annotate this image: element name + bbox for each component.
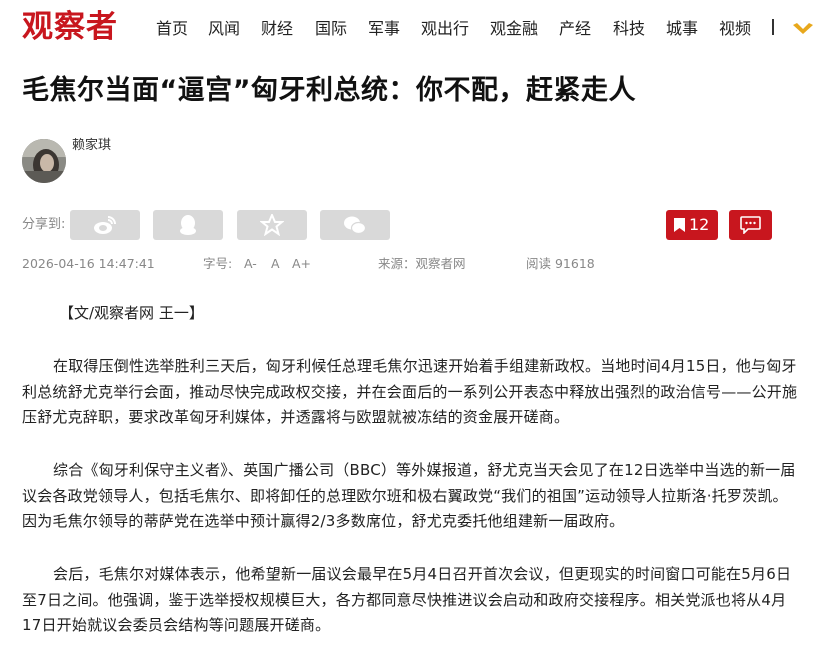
nav-item-finance-guan[interactable]: 观金融 <box>490 18 538 40</box>
article-paragraph: 会后，毛焦尔对媒体表示，他希望新一届议会最早在5月4日召开首次会议，但更现实的时… <box>22 565 792 634</box>
share-weibo-button[interactable] <box>70 210 140 240</box>
share-label: 分享到: <box>22 217 66 232</box>
nav-divider <box>772 19 774 35</box>
font-larger-button[interactable]: A+ <box>292 256 311 272</box>
comment-button[interactable] <box>729 210 772 240</box>
author-name[interactable]: 赖家琪 <box>72 137 111 155</box>
nav-item-video[interactable]: 视频 <box>719 18 751 40</box>
site-logo[interactable]: 观察者 <box>22 8 118 46</box>
article-byline: 【文/观察者网 王一】 <box>59 304 204 322</box>
weibo-icon <box>94 216 116 234</box>
nav-item-home[interactable]: 首页 <box>156 18 188 40</box>
publish-date: 2026-04-16 14:47:41 <box>22 256 155 271</box>
nav-item-industry[interactable]: 产经 <box>559 18 591 40</box>
avatar-image <box>22 139 66 183</box>
share-qq-button[interactable] <box>153 210 223 240</box>
article-title: 毛焦尔当面“逼宫”匈牙利总统：你不配，赶紧走人 <box>22 75 636 106</box>
nav-item-city[interactable]: 城事 <box>666 18 698 40</box>
bookmark-icon <box>674 218 685 232</box>
nav-item-fengwen[interactable]: 风闻 <box>208 18 240 40</box>
share-wechat-button[interactable] <box>320 210 390 240</box>
font-normal-button[interactable]: A <box>271 256 280 272</box>
top-navigation: 观察者 首页 风闻 财经 国际 军事 观出行 观金融 产经 科技 城事 视频 <box>0 0 818 56</box>
nav-item-international[interactable]: 国际 <box>315 18 347 40</box>
font-size-label: 字号: <box>203 256 233 271</box>
bookmark-button[interactable]: 12 <box>666 210 718 240</box>
bookmark-count: 12 <box>689 215 710 234</box>
font-smaller-button[interactable]: A- <box>244 256 257 272</box>
chevron-down-icon <box>793 23 813 34</box>
read-count: 阅读 91618 <box>526 256 595 271</box>
nav-item-military[interactable]: 军事 <box>368 18 400 40</box>
qq-penguin-icon <box>180 215 196 235</box>
share-favorite-button[interactable] <box>237 210 307 240</box>
comment-icon <box>740 216 761 234</box>
author-avatar[interactable] <box>22 139 66 183</box>
article-paragraph: 在取得压倒性选举胜利三天后，匈牙利候任总理毛焦尔迅速开始着手组建新政权。当地时间… <box>22 357 798 426</box>
wechat-icon <box>344 216 367 235</box>
nav-more-button[interactable] <box>790 17 816 39</box>
star-icon <box>260 214 284 236</box>
article-source: 来源：观察者网 <box>378 256 466 271</box>
nav-item-finance[interactable]: 财经 <box>261 18 293 40</box>
nav-item-travel[interactable]: 观出行 <box>421 18 469 40</box>
nav-item-tech[interactable]: 科技 <box>613 18 645 40</box>
article-paragraph: 综合《匈牙利保守主义者》、英国广播公司（BBC）等外媒报道，舒尤克当天会见了在1… <box>22 461 796 530</box>
